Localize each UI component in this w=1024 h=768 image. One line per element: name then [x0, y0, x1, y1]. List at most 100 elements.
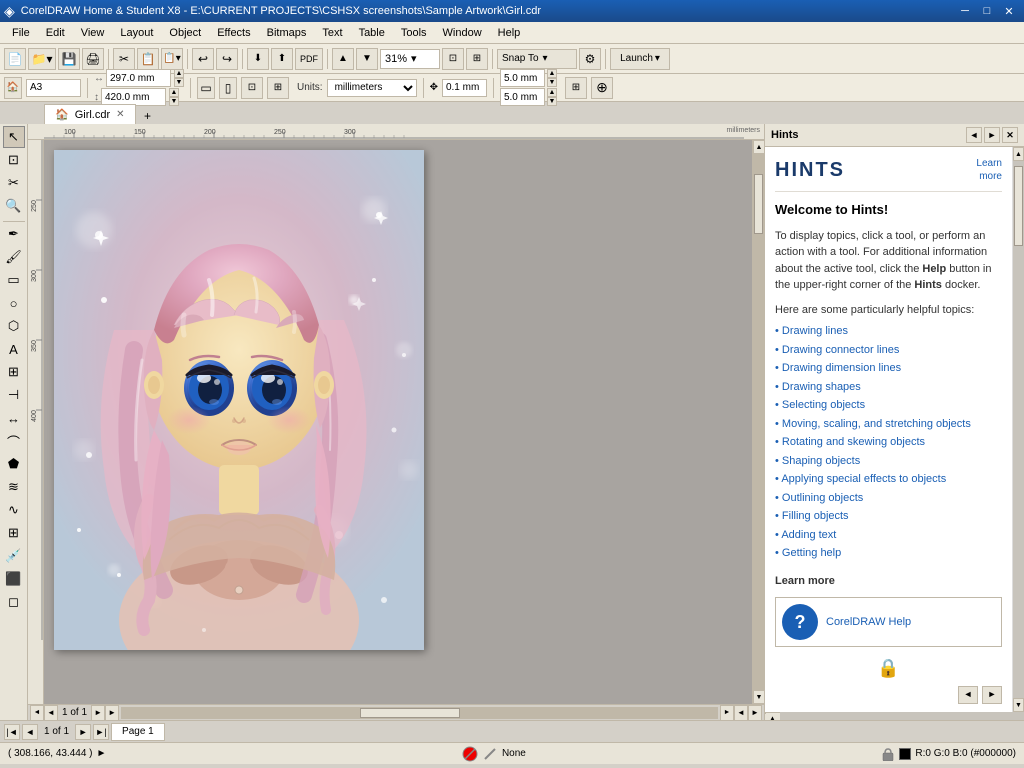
tool-zoom[interactable]: 🔍 — [3, 195, 25, 217]
topic-getting-help[interactable]: • Getting help — [775, 544, 1002, 563]
tool-polygon[interactable]: ⬡ — [3, 315, 25, 337]
hints-scroll-track[interactable] — [1013, 161, 1024, 698]
menu-file[interactable]: File — [4, 25, 38, 41]
scroll-down-button[interactable]: ▼ — [753, 690, 764, 704]
zoom-fit-button[interactable]: ⊡ — [442, 48, 464, 70]
print-button[interactable]: 🖨 — [82, 48, 104, 70]
tool-table[interactable]: ⊞ — [3, 361, 25, 383]
tool-ellipse[interactable]: ○ — [3, 292, 25, 314]
hscroll-corner-left[interactable]: ◄ — [734, 705, 748, 721]
topic-filling[interactable]: • Filling objects — [775, 507, 1002, 526]
posx-down-button[interactable]: ▼ — [547, 78, 557, 87]
topic-selecting-objects[interactable]: • Selecting objects — [775, 396, 1002, 415]
menu-edit[interactable]: Edit — [38, 25, 73, 41]
tool-text[interactable]: A — [3, 338, 25, 360]
posy-up-button[interactable]: ▲ — [547, 88, 557, 97]
nudge-input[interactable] — [442, 79, 487, 97]
page-first-button[interactable]: |◄ — [4, 724, 20, 740]
scroll-track-vertical[interactable] — [753, 154, 764, 690]
pos-y-input[interactable] — [500, 88, 545, 106]
page-prev-button[interactable]: ◄ — [22, 724, 38, 740]
height-down-button[interactable]: ▼ — [169, 97, 179, 106]
portrait-button[interactable]: ▭ — [197, 77, 215, 99]
tool-connector[interactable]: ↔ — [3, 407, 25, 429]
scroll-left-button[interactable]: ◄ — [30, 705, 44, 721]
tool-smear[interactable]: ≋ — [3, 476, 25, 498]
menu-window[interactable]: Window — [435, 25, 490, 41]
document-canvas[interactable] — [54, 150, 424, 650]
topic-outlining[interactable]: • Outlining objects — [775, 489, 1002, 508]
tool-transparent[interactable]: ◻ — [3, 591, 25, 613]
tool-eyedropper[interactable]: 💉 — [3, 545, 25, 567]
align-button[interactable]: ⊞ — [565, 77, 587, 99]
tool-free-transform[interactable]: ⊞ — [3, 522, 25, 544]
hscroll-corner-right[interactable]: ► — [748, 705, 762, 721]
hints-content-area[interactable]: HINTS Learnmore Welcome to Hints! To dis… — [765, 147, 1012, 712]
hints-scroll-down[interactable]: ▼ — [1013, 698, 1024, 712]
menu-object[interactable]: Object — [161, 25, 209, 41]
hscroll-prev-button[interactable]: ◄ — [44, 705, 58, 721]
menu-help[interactable]: Help — [490, 25, 529, 41]
pos-x-input[interactable] — [500, 69, 545, 87]
new-button[interactable]: 📄 — [4, 48, 26, 70]
topic-shaping-objects[interactable]: • Shaping objects — [775, 452, 1002, 471]
palette-scroll-up[interactable]: ▲ — [765, 714, 780, 720]
coreldraw-help-box[interactable]: ? CorelDRAW Help — [775, 597, 1002, 647]
tool-artistic-media[interactable]: 🖌 — [3, 246, 25, 268]
topic-dimension-lines[interactable]: • Drawing dimension lines — [775, 359, 1002, 378]
zoom-level-down-button[interactable]: ▼ — [356, 48, 378, 70]
tool-bspline[interactable]: ⌒ — [3, 430, 25, 452]
menu-bitmaps[interactable]: Bitmaps — [259, 25, 315, 41]
hscroll-last-button[interactable]: ► — [105, 705, 119, 721]
hscroll-next-button[interactable]: ► — [91, 705, 105, 721]
scroll-right-button[interactable]: ► — [720, 705, 734, 721]
page-last-button[interactable]: ►| — [93, 724, 109, 740]
topic-drawing-lines[interactable]: • Drawing lines — [775, 322, 1002, 341]
document-tab[interactable]: 🏠 Girl.cdr ✕ — [44, 104, 136, 124]
open-dropdown[interactable]: 📁▾ — [28, 48, 56, 70]
posy-down-button[interactable]: ▼ — [547, 97, 557, 106]
tool-freehand-draw[interactable]: ✒ — [3, 223, 25, 245]
width-down-button[interactable]: ▼ — [174, 78, 184, 87]
snap-to-dropdown[interactable]: Snap To ▾ — [497, 49, 577, 69]
topic-moving-scaling[interactable]: • Moving, scaling, and stretching object… — [775, 415, 1002, 434]
page-tab-1[interactable]: Page 1 — [111, 723, 165, 741]
add-tab-button[interactable]: + — [140, 108, 156, 124]
page-size-selector[interactable] — [26, 79, 81, 97]
page-type-portrait[interactable]: 🏠 — [4, 77, 22, 99]
export-pdf-button[interactable]: PDF — [295, 48, 323, 70]
horizontal-scrollbar[interactable]: ◄ ◄ 1 of 1 ► ► ► ◄ ► — [28, 704, 764, 720]
cut-button[interactable]: ✂ — [113, 48, 135, 70]
tool-fill[interactable]: ⬛ — [3, 568, 25, 590]
add-page-button[interactable]: ⊕ — [591, 77, 613, 99]
hints-scroll-up[interactable]: ▲ — [1013, 147, 1024, 161]
topic-connector-lines[interactable]: • Drawing connector lines — [775, 341, 1002, 360]
tool-rectangle[interactable]: ▭ — [3, 269, 25, 291]
paste-button[interactable]: 📋▾ — [161, 48, 183, 70]
hscroll-track[interactable] — [121, 707, 718, 719]
menu-layout[interactable]: Layout — [112, 25, 161, 41]
menu-effects[interactable]: Effects — [209, 25, 258, 41]
hints-learn-more-link[interactable]: Learnmore — [976, 157, 1002, 183]
hints-nav-left[interactable]: ◄ — [966, 127, 982, 143]
coreldraw-help-label[interactable]: CorelDRAW Help — [826, 614, 911, 631]
tool-crop[interactable]: ✂ — [3, 172, 25, 194]
page-next-button[interactable]: ► — [75, 724, 91, 740]
hints-close-button[interactable]: ✕ — [1002, 127, 1018, 143]
copy-button[interactable]: 📋 — [137, 48, 159, 70]
tool-parallel-dimension[interactable]: ⊣ — [3, 384, 25, 406]
redo-button[interactable]: ↪ — [216, 48, 238, 70]
width-up-button[interactable]: ▲ — [174, 69, 184, 78]
hints-nav-right[interactable]: ► — [984, 127, 1000, 143]
minimize-button[interactable]: ─ — [954, 0, 976, 22]
zoom-dropdown[interactable]: 31% ▾ — [380, 49, 440, 69]
page-options-button[interactable]: ⊡ — [241, 77, 263, 99]
maximize-button[interactable]: □ — [976, 0, 998, 22]
topic-drawing-shapes[interactable]: • Drawing shapes — [775, 378, 1002, 397]
canvas-scroll-area[interactable]: ▲ ▼ — [44, 140, 764, 704]
units-select[interactable]: millimeters inches pixels — [327, 79, 417, 97]
topic-adding-text[interactable]: • Adding text — [775, 526, 1002, 545]
undo-button[interactable]: ↩ — [192, 48, 214, 70]
topic-special-effects[interactable]: • Applying special effects to objects — [775, 470, 1002, 489]
options-button[interactable]: ⚙ — [579, 48, 601, 70]
